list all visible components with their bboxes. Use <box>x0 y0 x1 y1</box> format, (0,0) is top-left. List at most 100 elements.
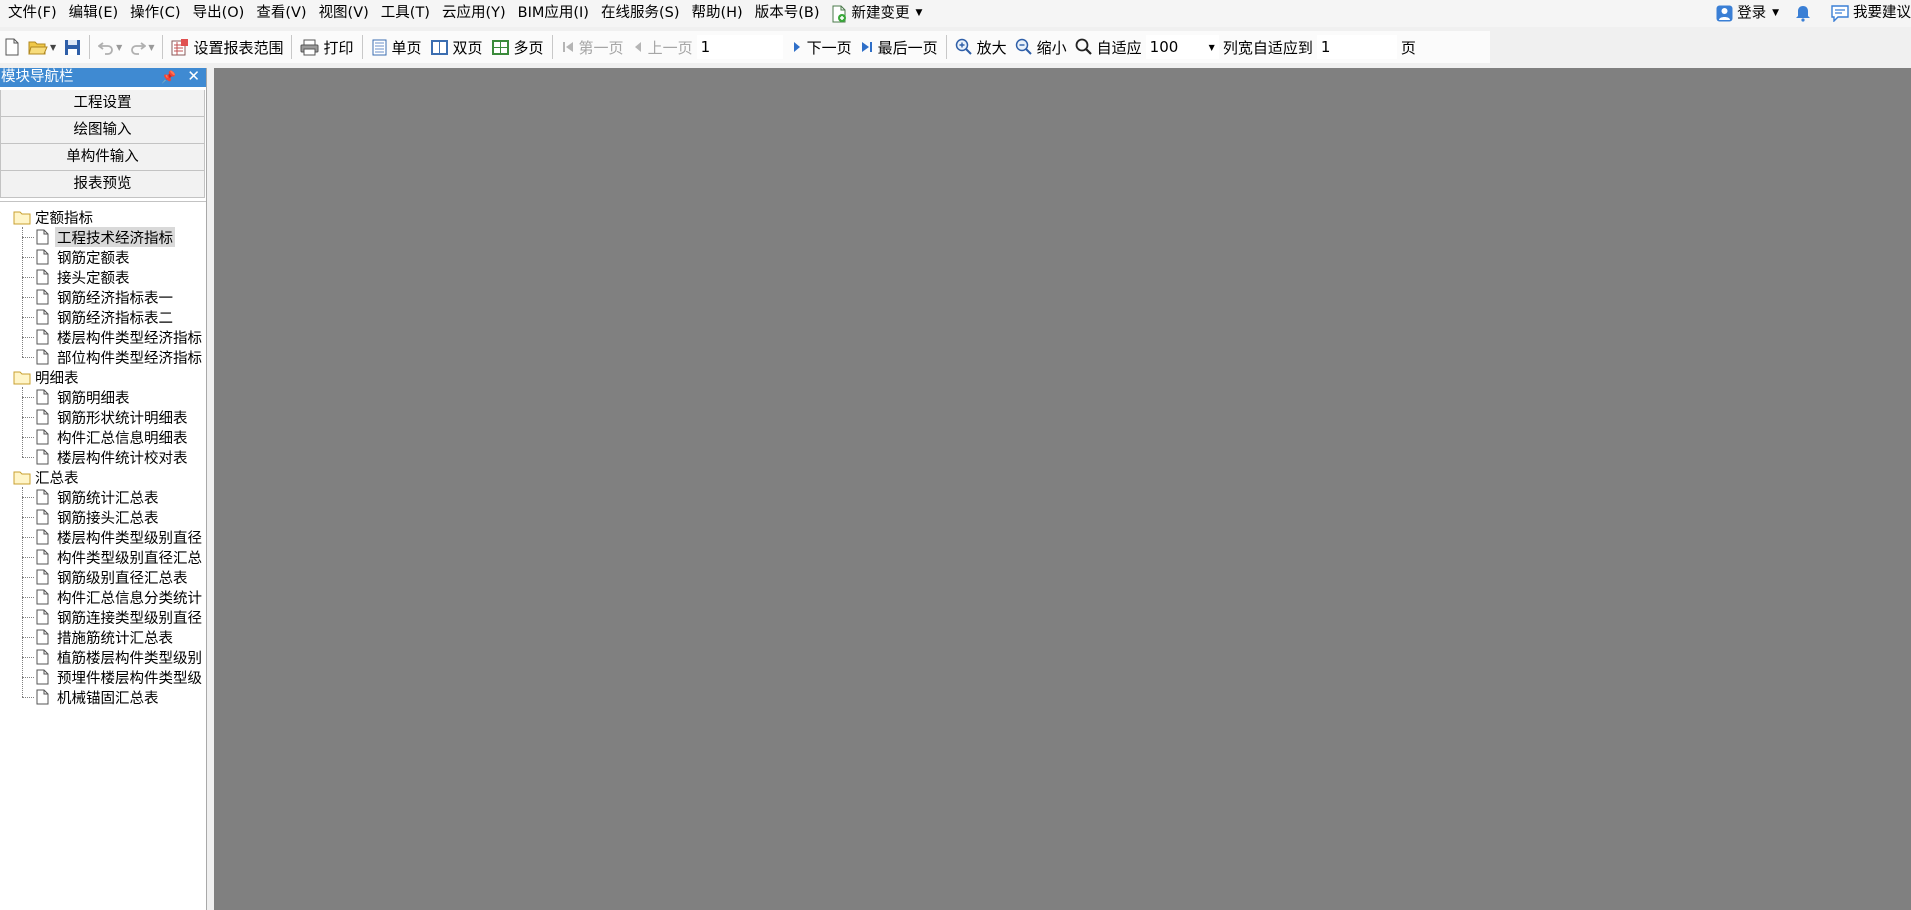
open-button[interactable]: ▼ <box>24 32 60 62</box>
tree-item[interactable]: 钢筋经济指标表二 <box>0 307 206 327</box>
tree-item[interactable]: 措施筋统计汇总表 <box>0 627 206 647</box>
print-label: 打印 <box>323 38 354 57</box>
chevron-down-icon[interactable]: ▼ <box>50 43 56 52</box>
tree-item-label: 机械锚固汇总表 <box>57 690 159 707</box>
document-icon <box>36 549 49 565</box>
first-page-label: 第一页 <box>578 38 624 57</box>
tree-group-header[interactable]: 汇总表 <box>0 467 206 487</box>
tree-item[interactable]: 钢筋统计汇总表 <box>0 487 206 507</box>
menu-new-change[interactable]: 新建变更 ▼ <box>825 0 928 27</box>
tree-group-header[interactable]: 明细表 <box>0 367 206 387</box>
document-icon <box>36 569 49 585</box>
chevron-down-icon[interactable]: ▼ <box>148 43 154 52</box>
new-button[interactable] <box>0 32 24 62</box>
single-page-button[interactable]: 单页 <box>367 32 426 62</box>
tree-group-quota-index: 定额指标 工程技术经济指标 钢筋定额表 接头定额表 钢筋经济指标表一 钢筋经济指… <box>0 207 206 367</box>
chevron-down-icon[interactable]: ▼ <box>1205 43 1219 52</box>
zoom-select[interactable]: 100 ▼ <box>1145 35 1219 59</box>
tree-item[interactable]: 预埋件楼层构件类型级 <box>0 667 206 687</box>
menu-edit[interactable]: 编辑(E) <box>63 0 124 27</box>
menu-query[interactable]: 查看(V) <box>250 0 312 27</box>
tree-group-label: 定额指标 <box>35 210 93 227</box>
menu-tools[interactable]: 工具(T) <box>375 0 436 27</box>
menu-cloud[interactable]: 云应用(Y) <box>436 0 512 27</box>
panel-splitter[interactable] <box>207 68 214 910</box>
tree-item[interactable]: 钢筋级别直径汇总表 <box>0 567 206 587</box>
pin-icon[interactable]: 📌 <box>161 68 176 87</box>
save-icon <box>65 39 81 55</box>
login-label: 登录 <box>1737 5 1767 22</box>
tree-item[interactable]: 构件类型级别直径汇总 <box>0 547 206 567</box>
document-icon <box>36 289 49 305</box>
tree-item[interactable]: 部位构件类型经济指标 <box>0 347 206 367</box>
double-page-button[interactable]: 双页 <box>426 32 487 62</box>
document-icon <box>36 409 49 425</box>
menu-file[interactable]: 文件(F) <box>0 0 63 27</box>
document-icon <box>36 609 49 625</box>
menu-help[interactable]: 帮助(H) <box>686 0 749 27</box>
menu-version[interactable]: 版本号(B) <box>749 0 826 27</box>
tree-item[interactable]: 钢筋连接类型级别直径 <box>0 607 206 627</box>
nav-button-drawing-input[interactable]: 绘图输入 <box>0 117 205 144</box>
tree-item[interactable]: 钢筋接头汇总表 <box>0 507 206 527</box>
menu-view[interactable]: 视图(V) <box>313 0 375 27</box>
nav-button-report-preview[interactable]: 报表预览 <box>0 171 205 198</box>
next-page-button[interactable]: 下一页 <box>787 32 856 62</box>
prev-page-button[interactable]: 上一页 <box>628 32 697 62</box>
undo-button[interactable]: ▼ <box>94 32 126 62</box>
feedback-icon <box>1831 4 1849 22</box>
zoom-in-button[interactable]: 放大 <box>951 32 1011 62</box>
tree-group-label: 明细表 <box>35 370 79 387</box>
nav-button-project-settings[interactable]: 工程设置 <box>0 90 205 117</box>
tree-item[interactable]: 钢筋形状统计明细表 <box>0 407 206 427</box>
menu-operate[interactable]: 操作(C) <box>124 0 186 27</box>
tree-item[interactable]: 楼层构件类型级别直径 <box>0 527 206 547</box>
tree-item[interactable]: 工程技术经济指标 <box>0 227 206 247</box>
login-menu[interactable]: 登录 ▼ <box>1708 0 1787 27</box>
single-page-icon <box>372 39 386 55</box>
tree-item[interactable]: 钢筋明细表 <box>0 387 206 407</box>
zoom-out-button[interactable]: 缩小 <box>1011 32 1071 62</box>
suggest-button[interactable]: 我要建议 <box>1823 0 1911 27</box>
tree-item[interactable]: 植筋楼层构件类型级别 <box>0 647 206 667</box>
document-icon <box>36 689 49 705</box>
next-page-label: 下一页 <box>806 38 852 57</box>
zoom-out-label: 缩小 <box>1036 38 1067 57</box>
print-button[interactable]: 打印 <box>296 32 357 62</box>
tree-item[interactable]: 接头定额表 <box>0 267 206 287</box>
column-fit-input[interactable] <box>1316 35 1397 59</box>
tree-item[interactable]: 机械锚固汇总表 <box>0 687 206 707</box>
tree-item[interactable]: 楼层构件统计校对表 <box>0 447 206 467</box>
multi-page-button[interactable]: 多页 <box>487 32 548 62</box>
menu-bar: 文件(F) 编辑(E) 操作(C) 导出(O) 查看(V) 视图(V) 工具(T… <box>0 0 1911 27</box>
tree-item[interactable]: 楼层构件类型经济指标 <box>0 327 206 347</box>
fit-button[interactable]: 自适应 <box>1071 32 1146 62</box>
next-page-icon <box>793 42 800 52</box>
redo-button[interactable]: ▼ <box>126 32 158 62</box>
set-range-button[interactable]: 设置报表范围 <box>167 32 287 62</box>
tree-item[interactable]: 构件汇总信息分类统计 <box>0 587 206 607</box>
tree-item-label: 钢筋接头汇总表 <box>57 510 159 527</box>
notification-button[interactable] <box>1787 0 1823 27</box>
menu-online[interactable]: 在线服务(S) <box>595 0 686 27</box>
redo-icon <box>131 42 147 55</box>
tree-item[interactable]: 钢筋经济指标表一 <box>0 287 206 307</box>
nav-button-single-component-input[interactable]: 单构件输入 <box>0 144 205 171</box>
document-icon <box>36 309 49 325</box>
document-icon <box>36 229 49 245</box>
close-icon[interactable]: ✕ <box>187 67 200 86</box>
tree-item[interactable]: 构件汇总信息明细表 <box>0 427 206 447</box>
tree-item-label: 植筋楼层构件类型级别 <box>57 650 202 667</box>
save-button[interactable] <box>60 32 85 62</box>
document-icon <box>36 269 49 285</box>
tree-group-header[interactable]: 定额指标 <box>0 207 206 227</box>
menu-export[interactable]: 导出(O) <box>187 0 251 27</box>
new-change-icon <box>832 5 847 22</box>
chevron-down-icon[interactable]: ▼ <box>116 43 122 52</box>
first-page-button[interactable]: 第一页 <box>557 32 628 62</box>
tree-item[interactable]: 钢筋定额表 <box>0 247 206 267</box>
last-page-button[interactable]: 最后一页 <box>856 32 942 62</box>
report-preview-area[interactable] <box>214 68 1911 910</box>
menu-bim[interactable]: BIM应用(I) <box>512 0 595 27</box>
page-number-input[interactable] <box>696 35 783 59</box>
